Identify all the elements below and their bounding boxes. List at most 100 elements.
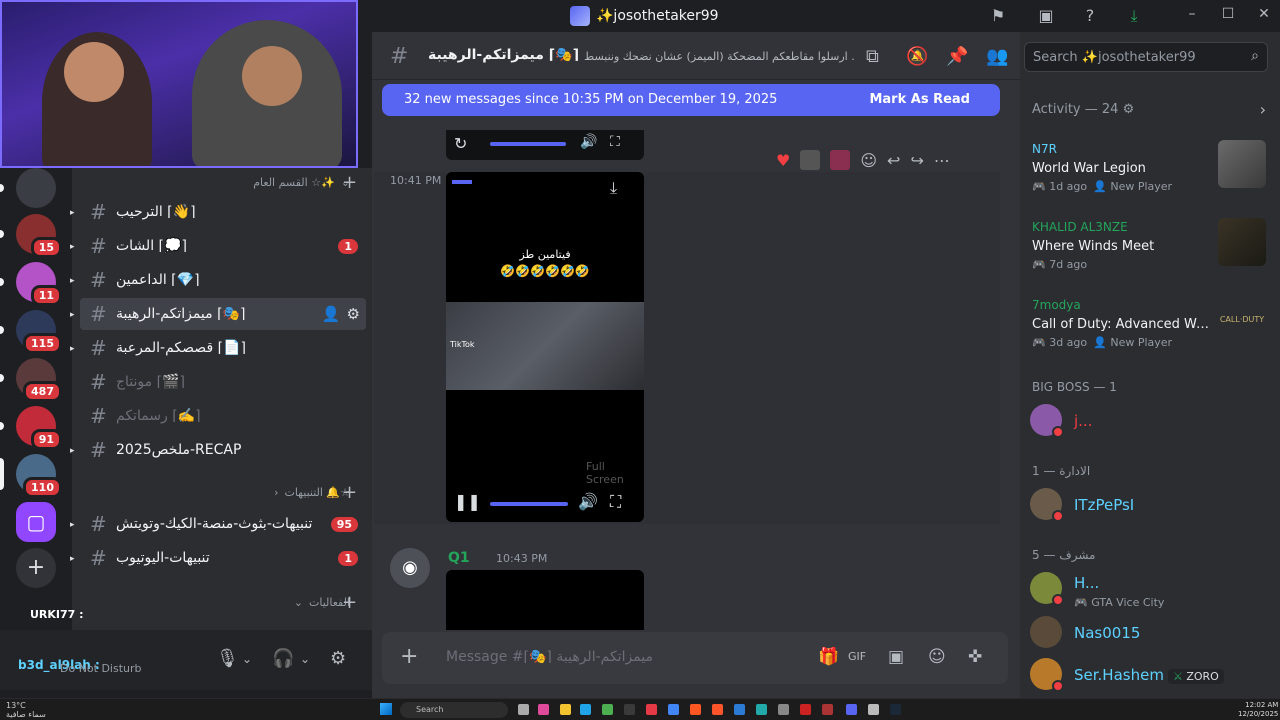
channel-stream-alerts[interactable]: ▸ # تنبيهات-بثوث-منصة-الكيك-وتويتش 95 xyxy=(70,508,366,540)
message-input[interactable]: Message #⌈🎭⌉ ميمزاتكم-الرهيبة xyxy=(446,649,653,665)
app-icon[interactable] xyxy=(602,704,613,715)
edge-icon[interactable] xyxy=(580,704,591,715)
add-channel-icon[interactable]: + xyxy=(342,172,357,193)
start-button[interactable] xyxy=(380,703,392,715)
video-embed[interactable]: ⤓ فيتامين طز 🤣🤣🤣🤣🤣🤣 TikTok Full Screen ❚… xyxy=(446,172,644,522)
brave-icon[interactable] xyxy=(712,704,723,715)
category-alerts[interactable]: › التنبيهات 🔔☆ xyxy=(274,486,350,499)
attach-plus-icon[interactable]: + xyxy=(400,644,418,669)
maximize-button[interactable]: ☐ xyxy=(1216,6,1240,26)
emoji-icon[interactable]: ☺ xyxy=(928,647,946,667)
add-channel-icon[interactable]: + xyxy=(342,482,357,503)
search-input[interactable]: Search ✨josothetaker99 xyxy=(1033,50,1196,65)
weather-widget[interactable]: 13°C سماء صافية xyxy=(6,701,46,719)
help-icon[interactable]: ? xyxy=(1080,6,1100,26)
app-icon[interactable] xyxy=(538,704,549,715)
chrome-icon[interactable] xyxy=(668,704,679,715)
member-item[interactable]: ITzPePsI xyxy=(1030,486,1270,526)
flag-icon[interactable]: ⚑ xyxy=(988,6,1008,26)
task-view-icon[interactable] xyxy=(518,704,529,715)
gear-icon[interactable]: ⚙ xyxy=(347,305,360,323)
server-icon-2[interactable]: 15 xyxy=(16,214,62,258)
channel-memes[interactable]: ▸ # ميمزاتكم-الرهيبة ⌈🎭⌉ 👤 ⚙ xyxy=(70,298,366,330)
app-icon[interactable] xyxy=(734,704,745,715)
forward-icon[interactable]: ↪ xyxy=(910,151,923,170)
channel-supporters[interactable]: ▸ # الداعمين ⌈💎⌉ xyxy=(70,264,366,296)
activity-card[interactable]: 7modya Call of Duty: Advanced Wa... 🎮 3d… xyxy=(1024,292,1270,366)
headphones-icon[interactable]: 🎧 xyxy=(272,648,294,669)
chevron-right-icon[interactable]: › xyxy=(1260,100,1266,119)
pause-icon[interactable]: ❚❚ xyxy=(454,492,481,511)
microphone-icon[interactable]: 🎙 xyxy=(216,648,239,669)
more-icon[interactable]: ⋯ xyxy=(934,151,950,170)
video-progress-bar[interactable] xyxy=(490,142,566,146)
obs-icon[interactable] xyxy=(800,704,811,715)
pin-icon[interactable]: 📌 xyxy=(946,46,968,67)
user-settings-icon[interactable]: ⚙ xyxy=(330,648,346,669)
minimize-button[interactable]: – xyxy=(1180,6,1204,26)
steam-icon[interactable] xyxy=(890,704,901,715)
gift-icon[interactable]: 🎁 xyxy=(818,647,839,667)
video-progress-bar[interactable] xyxy=(490,502,568,506)
chevron-down-icon[interactable]: ⌄ xyxy=(242,652,252,666)
download-icon[interactable]: ⤓ xyxy=(1124,6,1144,26)
system-clock[interactable]: 12:02 AM 12/20/2025 xyxy=(1238,701,1278,719)
app-icon[interactable] xyxy=(690,704,701,715)
channel-drawings[interactable]: # رسماتكم ⌈✍️⌉ xyxy=(80,400,366,432)
server-icon-6[interactable]: 91 xyxy=(16,406,62,450)
app-icon[interactable] xyxy=(822,704,833,715)
fullscreen-icon[interactable]: ⛶ xyxy=(610,134,620,150)
server-icon-7[interactable]: 110 xyxy=(16,454,62,498)
file-explorer-icon[interactable] xyxy=(560,704,571,715)
channel-stories[interactable]: ▸ # قصصكم-المرعبة ⌈📄⌉ xyxy=(70,332,366,364)
q1-avatar[interactable]: ◉ xyxy=(390,548,430,588)
app-icon[interactable] xyxy=(778,704,789,715)
channel-youtube-alerts[interactable]: ▸ # تنبيهات-اليوتيوب 1 xyxy=(70,542,366,574)
new-messages-bar[interactable]: 32 new messages since 10:35 PM on Decemb… xyxy=(382,84,1000,116)
category-general[interactable]: القسم العام ☆✨ ⌄ xyxy=(253,176,350,189)
activity-card[interactable]: N7R World War Legion 🎮 1d ago 👤 New Playe… xyxy=(1024,136,1270,210)
chevron-down-icon[interactable]: ⌄ xyxy=(300,652,310,666)
volume-icon[interactable]: 🔊 xyxy=(580,134,597,150)
heart-reaction-icon[interactable]: ♥ xyxy=(776,151,790,170)
apps-icon[interactable]: ✜ xyxy=(968,647,982,667)
gear-icon[interactable]: ⚙ xyxy=(1123,102,1135,117)
gif-icon[interactable]: GIF xyxy=(848,650,866,663)
channel-topic[interactable]: ارسلوا مقاطعكم المضحكة (الميمز) عشان نضح… xyxy=(584,50,854,63)
server-icon-4[interactable]: 115 xyxy=(16,310,62,354)
channel-chat[interactable]: ▸ # الشات ⌈💭⌉ 1 xyxy=(70,230,366,262)
fullscreen-icon[interactable]: ⛶ xyxy=(610,492,621,512)
mute-bell-icon[interactable]: 🔕 xyxy=(906,46,928,67)
search-field[interactable]: Search ✨josothetaker99 ⌕ xyxy=(1024,42,1268,72)
replay-icon[interactable]: ↻ xyxy=(454,134,467,153)
add-channel-icon[interactable]: + xyxy=(342,592,357,613)
sticker-icon[interactable]: ▣ xyxy=(888,647,904,667)
discord-icon[interactable] xyxy=(846,704,857,715)
server-icon-1[interactable] xyxy=(16,168,56,208)
q1-video-embed[interactable] xyxy=(446,570,644,630)
app-icon[interactable] xyxy=(646,704,657,715)
channel-montage[interactable]: # مونتاج ⌈🎬⌉ xyxy=(80,366,366,398)
app-icon[interactable] xyxy=(868,704,879,715)
member-item[interactable]: H... 🎮 GTA Vice City xyxy=(1030,570,1270,610)
volume-icon[interactable]: 🔊 xyxy=(578,492,598,511)
app-icon[interactable] xyxy=(756,704,767,715)
threads-icon[interactable]: ⧉ xyxy=(866,46,879,67)
activity-card[interactable]: KHALID AL3NZE Where Winds Meet 🎮 7d ago xyxy=(1024,214,1270,288)
invite-icon[interactable]: 👤 xyxy=(322,305,341,323)
download-icon[interactable]: ⤓ xyxy=(610,178,617,198)
channel-recap[interactable]: ▸ # ملخص2025-RECAP xyxy=(70,434,366,466)
add-server-icon[interactable]: + xyxy=(16,548,56,588)
close-button[interactable]: ✕ xyxy=(1252,6,1276,26)
server-icon-3[interactable]: 11 xyxy=(16,262,62,306)
q1-username[interactable]: Q1 xyxy=(448,550,470,566)
custom-emoji-2[interactable] xyxy=(830,150,851,170)
reply-icon[interactable]: ↩ xyxy=(887,151,900,170)
member-item[interactable]: Ser.Hashem ⚔ ZORO xyxy=(1030,656,1270,696)
message-composer[interactable]: + Message #⌈🎭⌉ ميمزاتكم-الرهيبة 🎁 GIF ▣ … xyxy=(382,632,1008,684)
channel-welcome[interactable]: ▸ # الترحيب ⌈👋⌉ xyxy=(70,196,366,228)
app-icon[interactable] xyxy=(624,704,635,715)
twitch-server-icon[interactable]: ▢ xyxy=(16,502,56,542)
server-icon-5[interactable]: 487 xyxy=(16,358,62,402)
inbox-icon[interactable]: ▣ xyxy=(1036,6,1056,26)
